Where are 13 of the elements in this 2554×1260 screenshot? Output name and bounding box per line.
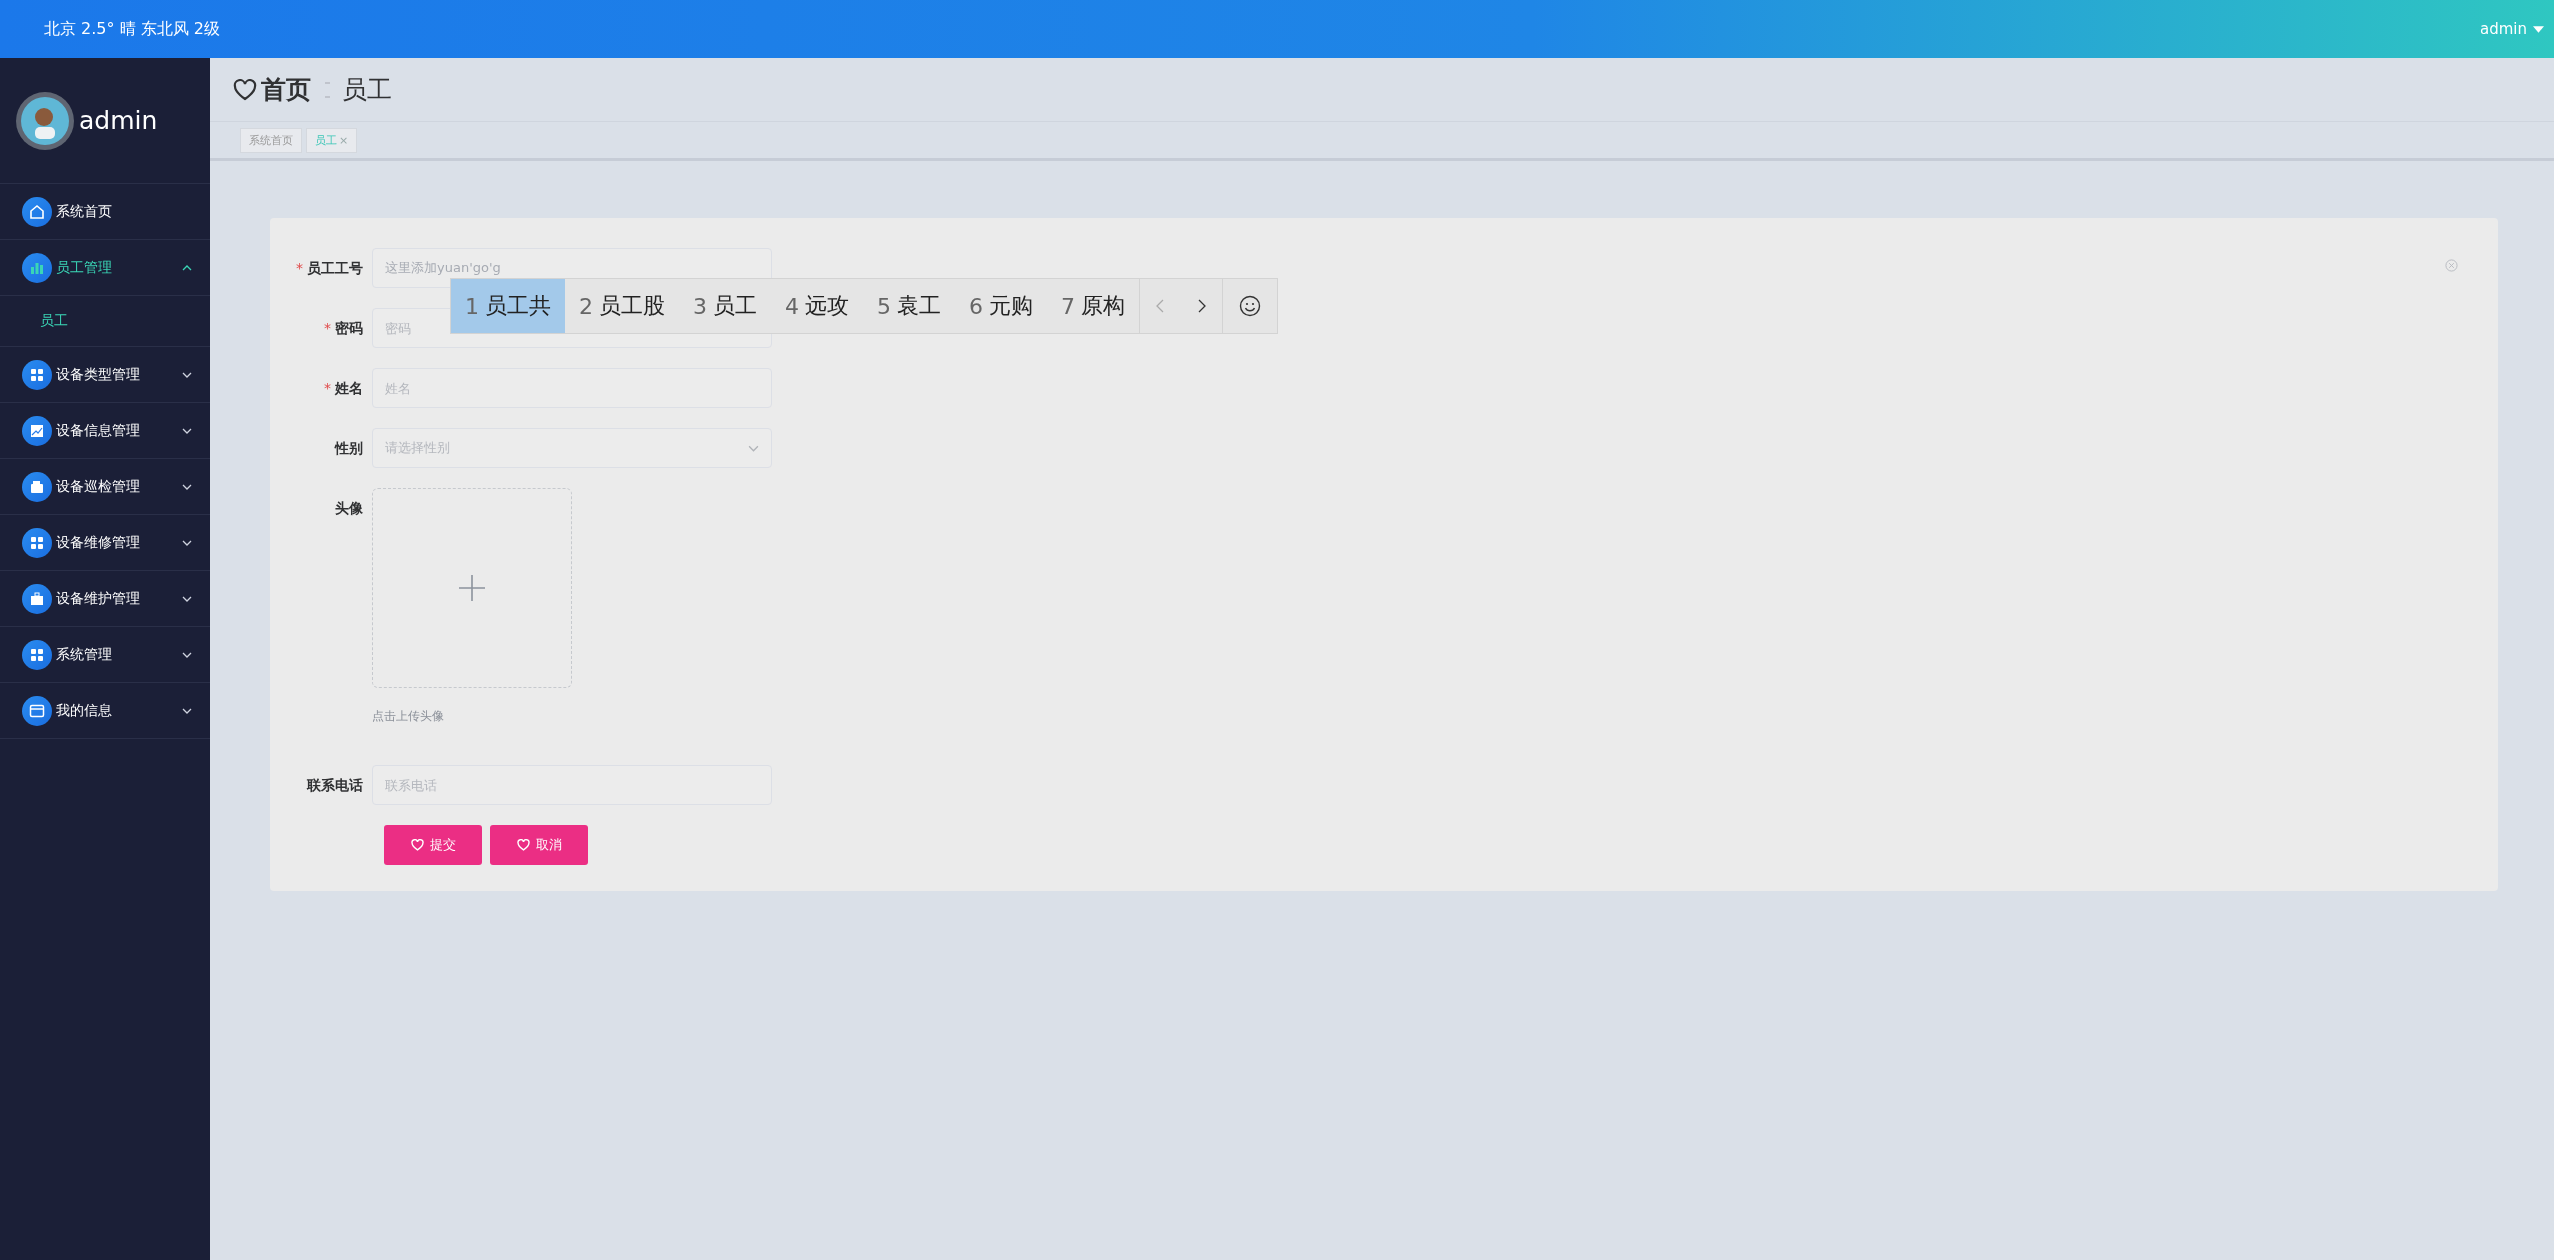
upload-hint: 点击上传头像 [372, 708, 445, 725]
field-label: 头像 [335, 500, 363, 516]
field-label: 联系电话 [307, 777, 363, 793]
field-label: 姓名 [335, 380, 363, 396]
user-name: admin [79, 106, 158, 135]
field-label: 密码 [335, 320, 363, 336]
breadcrumb-item: 员工 [342, 74, 392, 106]
required-mark: * [324, 380, 331, 396]
required-mark: * [296, 260, 303, 276]
field-label: 性别 [335, 440, 363, 456]
weather-text: 北京 2.5° 晴 东北风 2级 [44, 18, 220, 40]
field-label: 员工工号 [307, 260, 363, 276]
required-mark: * [324, 320, 331, 336]
